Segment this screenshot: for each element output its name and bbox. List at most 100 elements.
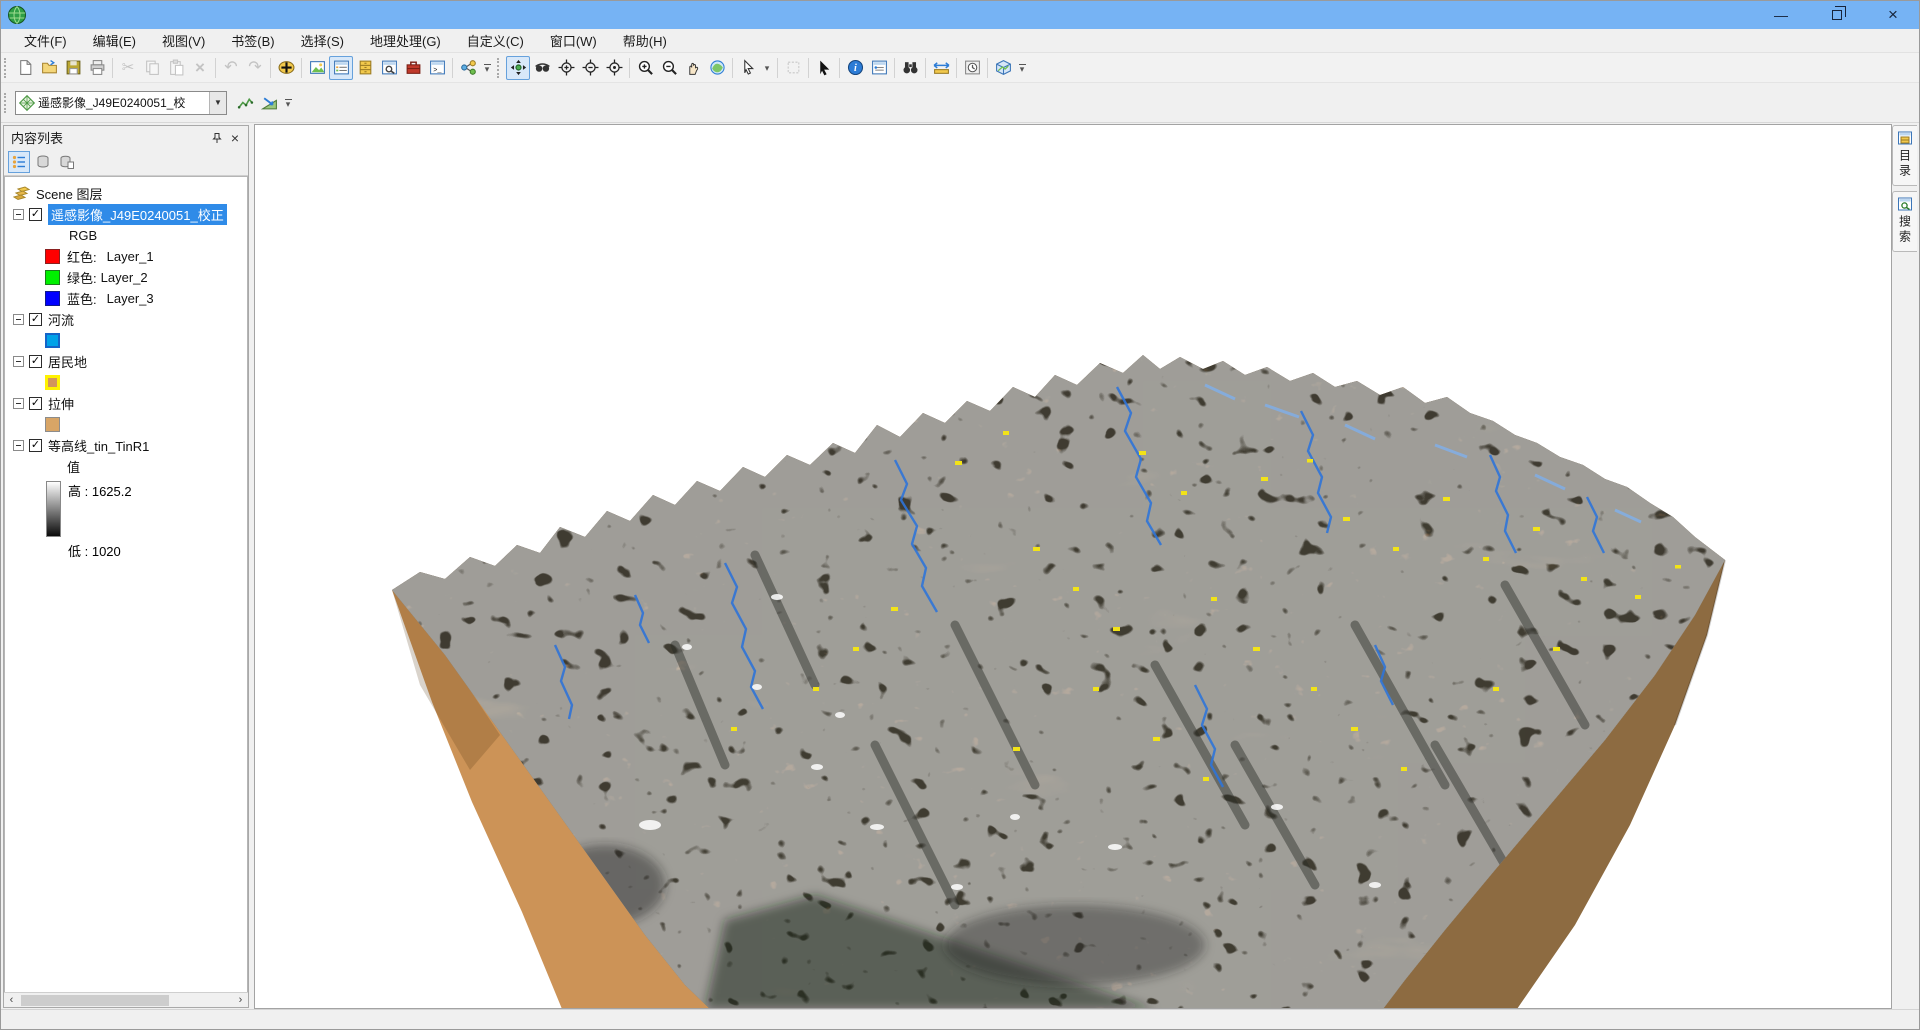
steepest-path-button[interactable] (257, 91, 281, 115)
save-button[interactable] (61, 56, 85, 80)
stretch-layer-label[interactable]: 拉伸 (48, 394, 74, 413)
add-data-button[interactable] (274, 56, 298, 80)
collapse-toggle[interactable] (13, 209, 24, 220)
navigate-button[interactable] (506, 56, 530, 80)
cut-button[interactable]: ✂ (116, 56, 140, 80)
raster-layer-label[interactable]: 遥感影像_J49E0240051_校正 (48, 204, 227, 225)
toc-window-icon (333, 59, 350, 76)
layer-row-tin[interactable]: ✓ 等高线_tin_TinR1 (5, 435, 247, 456)
zoom-in-button[interactable] (633, 56, 657, 80)
tools-toolbar-grip[interactable] (497, 58, 502, 78)
menu-edit[interactable]: 编辑(E) (80, 28, 149, 53)
close-button[interactable]: × (1865, 1, 1920, 29)
tin-layer-label[interactable]: 等高线_tin_TinR1 (48, 436, 149, 455)
layer-combo[interactable]: 遥感影像_J49E0240051_校 ▼ (15, 91, 227, 115)
menu-file[interactable]: 文件(F) (11, 28, 80, 53)
undo-button[interactable]: ↶ (219, 56, 243, 80)
toc-window-button[interactable] (329, 56, 353, 80)
catalog-button[interactable] (353, 56, 377, 80)
menu-view[interactable]: 视图(V) (149, 28, 218, 53)
identify-window-button[interactable] (867, 56, 891, 80)
new-document-button[interactable] (13, 56, 37, 80)
layer-checkbox[interactable]: ✓ (29, 397, 42, 410)
menu-geoprocessing[interactable]: 地理处理(G) (357, 28, 454, 53)
collapse-toggle[interactable] (13, 440, 24, 451)
center-target-button[interactable] (602, 56, 626, 80)
toc-horizontal-scrollbar[interactable]: ‹ › (4, 992, 248, 1007)
redo-button[interactable]: ↷ (243, 56, 267, 80)
open-folder-button[interactable] (37, 56, 61, 80)
layer-row-stretch[interactable]: ✓ 拉伸 (5, 393, 247, 414)
delete-button[interactable]: × (188, 56, 212, 80)
zoom-in-target-button[interactable] (554, 56, 578, 80)
copy-button[interactable] (140, 56, 164, 80)
select-graphics-dropdown[interactable]: ▾ (760, 56, 774, 80)
layer-checkbox[interactable]: ✓ (29, 313, 42, 326)
analyst-toolbar-grip[interactable] (4, 93, 9, 113)
layer-row-river[interactable]: ✓ 河流 (5, 309, 247, 330)
paste-button[interactable] (164, 56, 188, 80)
minimize-button[interactable]: — (1753, 1, 1809, 29)
full-extent-button[interactable] (705, 56, 729, 80)
select-graphics-button[interactable] (736, 56, 760, 80)
find-button[interactable] (898, 56, 922, 80)
search-tab[interactable]: 搜索 (1892, 191, 1917, 252)
residential-layer-label[interactable]: 居民地 (48, 352, 87, 371)
python-window-button[interactable]: >_ (425, 56, 449, 80)
layer-row-raster[interactable]: ✓ 遥感影像_J49E0240051_校正 (5, 204, 247, 225)
pin-icon (211, 132, 223, 144)
tools-overflow-button[interactable]: ▾ (1015, 56, 1029, 80)
zoom-out-target-button[interactable] (578, 56, 602, 80)
fly-button[interactable] (530, 56, 554, 80)
menu-customize[interactable]: 自定义(C) (454, 28, 537, 53)
toc-toolbar (4, 149, 248, 176)
select-features-button[interactable] (812, 56, 836, 80)
interpolate-line-button[interactable] (233, 91, 257, 115)
catalog-tab[interactable]: 目录 (1892, 125, 1917, 186)
collapse-toggle[interactable] (13, 314, 24, 325)
right-dock-tabs: 目录 搜索 (1892, 125, 1919, 252)
toolbar-overflow-button[interactable]: ▾ (480, 56, 494, 80)
menu-selection[interactable]: 选择(S) (288, 28, 357, 53)
analyst-overflow-button[interactable]: ▾ (281, 91, 295, 115)
arctoolbox-button[interactable] (401, 56, 425, 80)
menu-bookmarks[interactable]: 书签(B) (218, 28, 287, 53)
scrollbar-thumb[interactable] (21, 995, 169, 1006)
layer-checkbox[interactable]: ✓ (29, 439, 42, 452)
list-by-visibility-button[interactable] (56, 151, 78, 173)
list-by-drawing-order-button[interactable] (8, 151, 30, 173)
model-builder-button[interactable] (456, 56, 480, 80)
river-layer-label[interactable]: 河流 (48, 310, 74, 329)
close-panel-button[interactable]: × (226, 129, 244, 147)
layer-checkbox[interactable]: ✓ (29, 208, 42, 221)
print-button[interactable] (85, 56, 109, 80)
search-window-button[interactable] (377, 56, 401, 80)
pin-button[interactable] (208, 129, 226, 147)
scene-window-button[interactable] (305, 56, 329, 80)
zoom-out-button[interactable] (657, 56, 681, 80)
layer-checkbox[interactable]: ✓ (29, 355, 42, 368)
scrollbar-track[interactable] (19, 993, 233, 1007)
terrain-3d-model[interactable] (255, 125, 1892, 1009)
collapse-toggle[interactable] (13, 356, 24, 367)
time-slider-button[interactable] (960, 56, 984, 80)
scene-3d-viewport[interactable] (254, 124, 1892, 1009)
layer-row-residential[interactable]: ✓ 居民地 (5, 351, 247, 372)
collapse-toggle[interactable] (13, 398, 24, 409)
list-by-source-button[interactable] (32, 151, 54, 173)
scene-layers-group[interactable]: Scene 图层 (5, 183, 247, 204)
toolbar-grip[interactable] (4, 58, 9, 78)
measure-button[interactable] (929, 56, 953, 80)
clear-selection-button[interactable] (781, 56, 805, 80)
layer-combo-arrow[interactable]: ▼ (209, 92, 226, 114)
restore-button[interactable] (1809, 1, 1865, 29)
identify-button[interactable]: i (843, 56, 867, 80)
scroll-right-arrow[interactable]: › (233, 993, 248, 1007)
pan-button[interactable] (681, 56, 705, 80)
scroll-left-arrow[interactable]: ‹ (4, 993, 19, 1007)
layers-stack-icon (13, 186, 30, 201)
menu-window[interactable]: 窗口(W) (537, 28, 610, 53)
menu-help[interactable]: 帮助(H) (610, 28, 680, 53)
viewshed-button[interactable] (991, 56, 1015, 80)
red-channel-label: 红色: (67, 247, 97, 266)
